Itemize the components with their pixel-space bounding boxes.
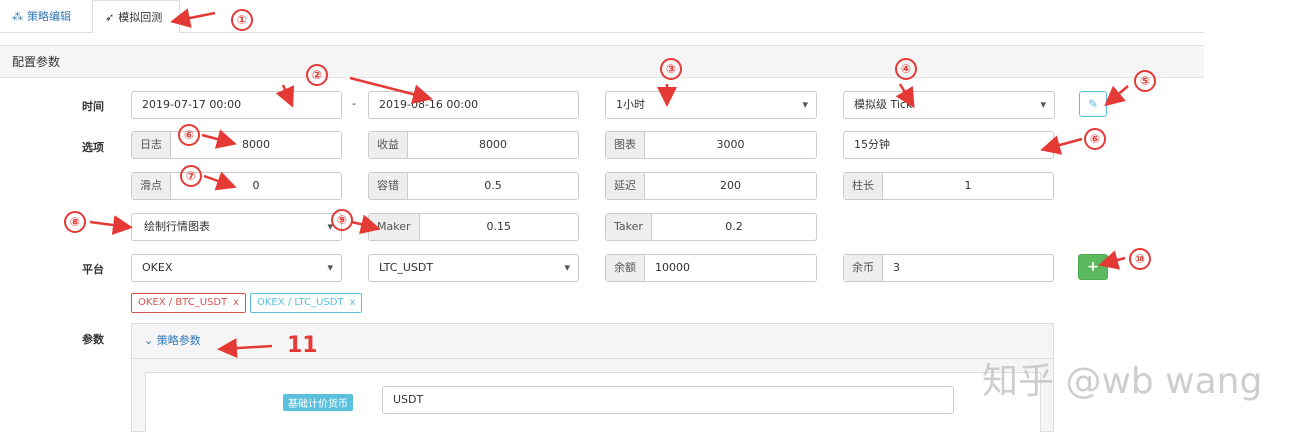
arrow-1 <box>170 8 216 28</box>
arrow-6b <box>1040 135 1083 155</box>
arrow-7 <box>203 171 237 191</box>
annotation-7: ⑦ <box>180 165 202 187</box>
arrow-9 <box>351 214 381 235</box>
arrow-5 <box>1104 85 1129 107</box>
arrow-6a <box>201 129 237 149</box>
arrow-10 <box>1098 250 1126 270</box>
annotation-4: ④ <box>895 58 917 80</box>
watermark: 知乎 @wb wang <box>982 361 1263 402</box>
annotation-1: ① <box>231 9 253 31</box>
arrow-2b <box>349 76 433 104</box>
annotation-5: ⑤ <box>1134 70 1156 92</box>
annotation-3: ③ <box>660 58 682 80</box>
arrow-4 <box>895 83 915 109</box>
arrow-8 <box>89 215 133 235</box>
annotation-9: ⑨ <box>331 209 353 231</box>
annotation-6b: ⑥ <box>1084 128 1106 150</box>
annotation-8: ⑧ <box>64 211 86 233</box>
annotation-2: ② <box>306 64 328 86</box>
annotation-10: ⑩ <box>1129 248 1151 270</box>
arrow-11 <box>217 338 273 359</box>
arrow-2a <box>275 84 295 108</box>
annotation-6a: ⑥ <box>178 124 200 146</box>
annotation-11: 11 <box>287 333 318 358</box>
